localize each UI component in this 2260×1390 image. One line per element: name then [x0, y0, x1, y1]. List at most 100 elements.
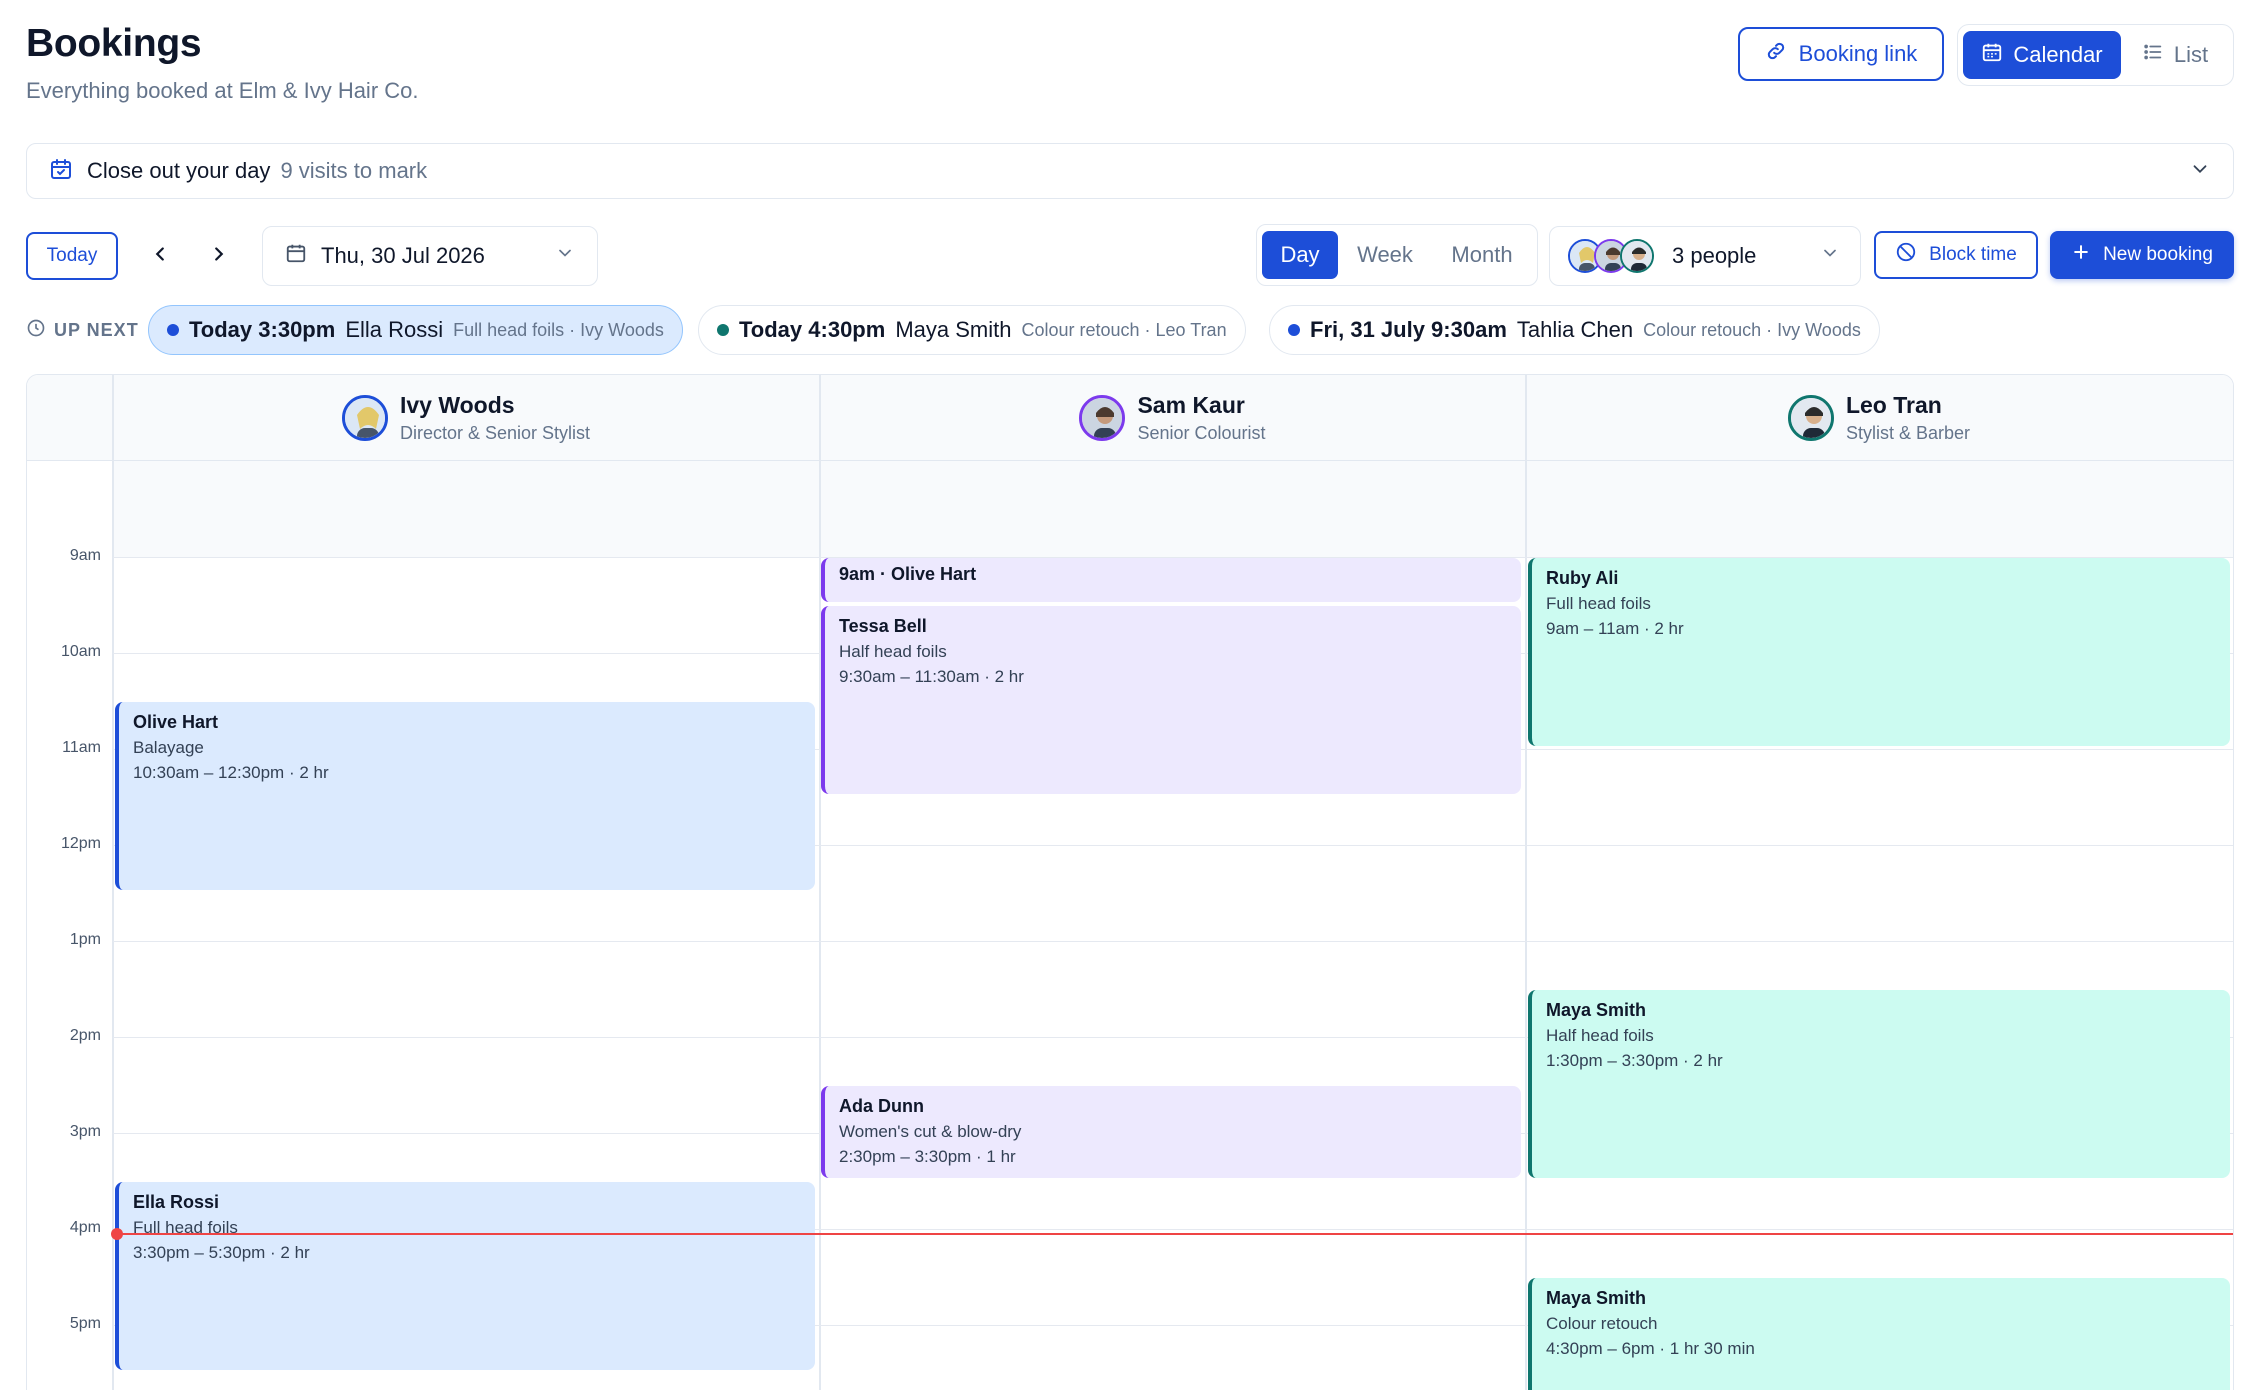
list-view-label: List	[2173, 42, 2209, 67]
booking-client: 9am · Olive Hart	[839, 564, 977, 584]
people-label: 3 people	[1672, 243, 1757, 268]
avatar-stack	[1568, 239, 1654, 273]
booking-card[interactable]: Maya Smith Half head foils 1:30pm – 3:30…	[1528, 990, 2230, 1178]
hour-label: 3pm	[69, 1123, 101, 1140]
status-dot	[717, 324, 729, 336]
booking-card[interactable]: Ruby Ali Full head foils 9am – 11am · 2 …	[1528, 558, 2230, 746]
booking-service: Full head foils	[1546, 594, 1651, 613]
page-title: Bookings	[26, 22, 202, 65]
booking-service: Full head foils	[133, 1218, 238, 1237]
staff-column-header[interactable]: Leo Tran Stylist & Barber	[1526, 375, 2232, 461]
new-booking-label: New booking	[2103, 244, 2213, 265]
calendar-icon	[285, 242, 307, 270]
avatar	[1787, 395, 1834, 441]
up-next-label: UP NEXT	[26, 318, 139, 343]
calendar-view-button[interactable]: Calendar	[1963, 31, 2121, 79]
block-time-button[interactable]: Block time	[1874, 231, 2038, 279]
booking-service: Half head foils	[839, 642, 947, 661]
up-next-text: UP NEXT	[54, 320, 139, 340]
link-icon	[1765, 40, 1787, 68]
staff-column-header[interactable]: Ivy Woods Director & Senior Stylist	[113, 375, 819, 461]
staff-role: Director & Senior Stylist	[399, 423, 591, 443]
booking-card[interactable]: Ella Rossi Full head foils 3:30pm – 5:30…	[115, 1182, 815, 1370]
staff-name: Ivy Woods	[399, 392, 515, 418]
calendar-check-icon	[49, 157, 73, 186]
hour-label: 12pm	[60, 835, 101, 852]
chip-detail: Colour retouch · Leo Tran	[1021, 319, 1227, 340]
booking-time: 3:30pm – 5:30pm · 2 hr	[133, 1243, 310, 1262]
chip-detail: Colour retouch · Ivy Woods	[1643, 319, 1861, 340]
hour-label: 4pm	[69, 1219, 101, 1236]
block-time-label: Block time	[1929, 244, 2017, 265]
close-out-day-banner[interactable]: Close out your day 9 visits to mark	[26, 143, 2234, 199]
hour-label: 1pm	[69, 931, 101, 948]
next-day-button[interactable]	[200, 237, 238, 275]
people-filter[interactable]: 3 people	[1549, 226, 1861, 286]
booking-card[interactable]: 9am · Olive Hart	[821, 558, 1521, 602]
booking-client: Maya Smith	[1546, 1000, 1647, 1020]
booking-card[interactable]: Maya Smith Colour retouch 4:30pm – 6pm ·…	[1528, 1278, 2230, 1390]
previous-day-button[interactable]	[141, 237, 179, 275]
booking-client: Maya Smith	[1546, 1288, 1647, 1308]
staff-role: Senior Colourist	[1137, 423, 1266, 443]
booking-time: 4:30pm – 6pm · 1 hr 30 min	[1546, 1339, 1755, 1358]
booking-time: 9:30am – 11:30am · 2 hr	[839, 667, 1024, 686]
hour-label: 2pm	[69, 1027, 101, 1044]
day-view-button[interactable]: Day	[1262, 231, 1338, 279]
booking-service: Women's cut & blow-dry	[839, 1122, 1022, 1141]
close-out-label: Close out your day	[87, 158, 271, 183]
booking-client: Olive Hart	[133, 712, 219, 732]
hour-line	[113, 941, 2233, 942]
chip-when: Today 3:30pm	[189, 317, 336, 342]
staff-name: Leo Tran	[1845, 392, 1942, 418]
booking-client: Ella Rossi	[133, 1192, 220, 1212]
staff-name: Sam Kaur	[1137, 392, 1245, 418]
chip-detail: Full head foils · Ivy Woods	[453, 319, 664, 340]
plus-icon	[2071, 242, 2091, 268]
chevron-left-icon	[149, 243, 171, 270]
chevron-down-icon[interactable]	[2189, 158, 2211, 185]
current-time-line	[115, 1233, 2233, 1235]
avatar	[341, 395, 388, 441]
clock-icon	[26, 318, 46, 343]
booking-time: 2:30pm – 3:30pm · 1 hr	[839, 1147, 1016, 1166]
hour-label: 11am	[62, 739, 101, 756]
staff-column-header[interactable]: Sam Kaur Senior Colourist	[820, 375, 1525, 461]
booking-service: Colour retouch	[1546, 1314, 1658, 1333]
booking-card[interactable]: Olive Hart Balayage 10:30am – 12:30pm · …	[115, 702, 815, 890]
up-next-chip[interactable]: Today 4:30pm Maya Smith Colour retouch ·…	[698, 305, 1246, 355]
booking-service: Balayage	[133, 738, 204, 757]
hour-label: 10am	[60, 643, 101, 660]
chip-client: Tahlia Chen	[1516, 317, 1634, 342]
chevron-down-icon	[555, 243, 575, 269]
close-out-count: 9 visits to mark	[280, 158, 428, 183]
week-view-button[interactable]: Week	[1342, 231, 1428, 279]
today-button[interactable]: Today	[26, 232, 118, 280]
page-subtitle: Everything booked at Elm & Ivy Hair Co.	[26, 78, 419, 103]
chevron-down-icon	[1820, 243, 1840, 269]
date-value: Thu, 30 Jul 2026	[321, 243, 485, 268]
booking-client: Tessa Bell	[839, 616, 927, 636]
up-next-chip[interactable]: Today 3:30pm Ella Rossi Full head foils …	[148, 305, 683, 355]
date-picker[interactable]: Thu, 30 Jul 2026	[262, 226, 598, 286]
new-booking-button[interactable]: New booking	[2050, 231, 2234, 279]
day-calendar: Ivy Woods Director & Senior Stylist Sam …	[26, 374, 2234, 1390]
divider	[1525, 375, 1527, 1390]
booking-time: 10:30am – 12:30pm · 2 hr	[133, 763, 329, 782]
booking-card[interactable]: Ada Dunn Women's cut & blow-dry 2:30pm –…	[821, 1086, 1521, 1178]
avatar	[1620, 239, 1654, 273]
booking-card[interactable]: Tessa Bell Half head foils 9:30am – 11:3…	[821, 606, 1521, 794]
chip-when: Today 4:30pm	[739, 317, 886, 342]
ban-icon	[1895, 241, 1917, 269]
booking-client: Ada Dunn	[839, 1096, 924, 1116]
month-view-button[interactable]: Month	[1432, 231, 1532, 279]
hour-label: 9am	[69, 547, 101, 564]
calendar-icon	[1981, 41, 2003, 69]
up-next-chip[interactable]: Fri, 31 July 9:30am Tahlia Chen Colour r…	[1269, 305, 1880, 355]
booking-link-label: Booking link	[1798, 41, 1918, 66]
chip-client: Ella Rossi	[345, 317, 444, 342]
list-view-button[interactable]: List	[2125, 31, 2225, 79]
booking-link-button[interactable]: Booking link	[1738, 27, 1944, 81]
status-dot	[167, 324, 179, 336]
before-hours-band	[113, 461, 2233, 557]
